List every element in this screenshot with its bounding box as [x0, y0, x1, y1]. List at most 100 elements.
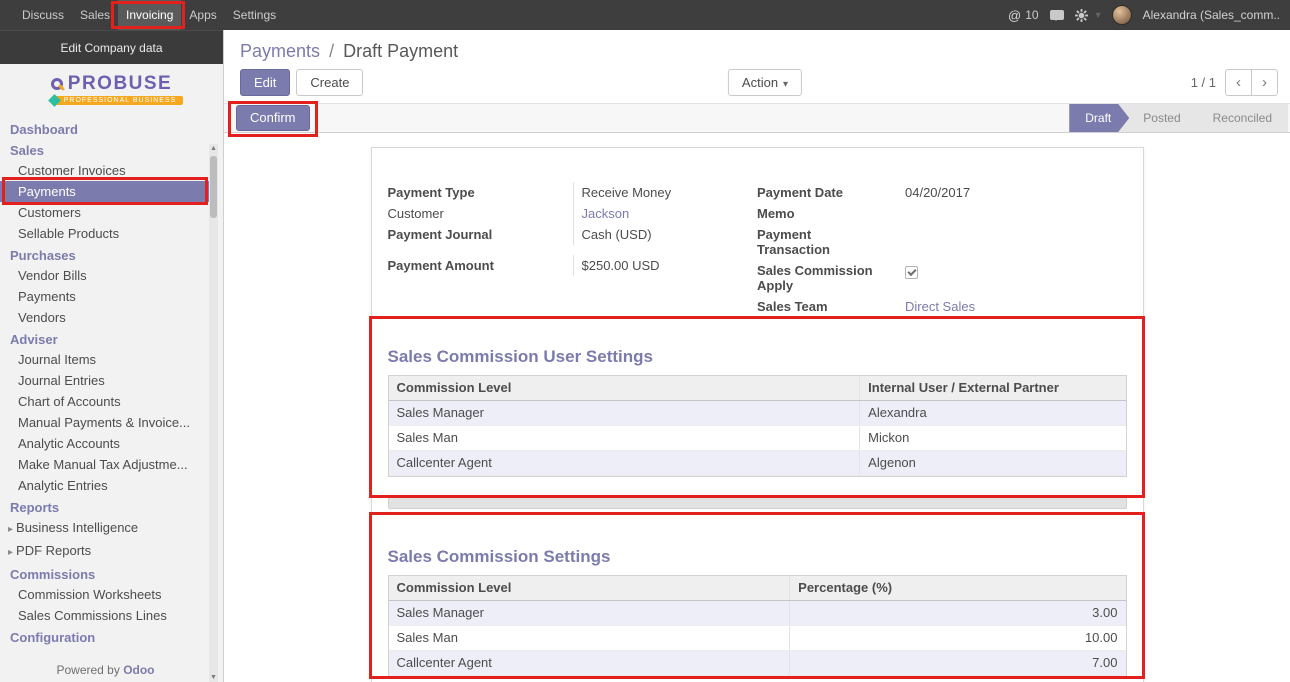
field-value: 04/20/2017: [897, 182, 1127, 203]
nav-item-make-manual-tax-adjustments[interactable]: Make Manual Tax Adjustme...: [0, 454, 211, 475]
field-label: Payment Amount: [388, 255, 573, 276]
column-commission-level[interactable]: Commission Level: [389, 576, 791, 600]
activity-count: 10: [1025, 8, 1038, 22]
nav-item-analytic-entries[interactable]: Analytic Entries: [0, 475, 211, 496]
status-reconciled[interactable]: Reconciled: [1187, 104, 1288, 132]
nav-item-chart-of-accounts[interactable]: Chart of Accounts: [0, 391, 211, 412]
nav-item-vendors[interactable]: Vendors: [0, 307, 211, 328]
edit-button[interactable]: Edit: [240, 69, 290, 96]
field-value: Cash (USD): [573, 224, 758, 245]
customer-link[interactable]: Jackson: [582, 206, 630, 221]
field-label: Customer: [388, 203, 573, 224]
nav-item-sellable-products[interactable]: Sellable Products: [0, 223, 211, 244]
field-payment-date: Payment Date 04/20/2017: [757, 182, 1127, 203]
menu-apps[interactable]: Apps: [181, 0, 224, 30]
menu-settings[interactable]: Settings: [225, 0, 284, 30]
field-value: Receive Money: [573, 182, 758, 203]
nav-item-journal-entries[interactable]: Journal Entries: [0, 370, 211, 391]
pager-next-button[interactable]: ›: [1251, 69, 1278, 96]
nav-item-customers[interactable]: Customers: [0, 202, 211, 223]
breadcrumb-payments[interactable]: Payments: [240, 41, 320, 61]
caret-down-icon: ▾: [783, 79, 788, 90]
confirm-button[interactable]: Confirm: [236, 105, 310, 131]
app-sidebar: Edit Company data PROBUSE PROFESSIONAL B…: [0, 30, 224, 682]
form-statusbar: Confirm Draft Posted Reconciled: [224, 103, 1290, 133]
nav-item-business-intelligence[interactable]: ▸Business Intelligence: [0, 517, 211, 540]
nav-item-customer-invoices[interactable]: Customer Invoices: [0, 160, 211, 181]
cell-level: Callcenter Agent: [389, 651, 791, 675]
nav-item-payments[interactable]: Payments: [0, 181, 211, 202]
top-menus: Discuss Sales Invoicing Apps Settings: [14, 0, 284, 30]
odoo-link[interactable]: Odoo: [123, 663, 154, 677]
user-settings-title: Sales Commission User Settings: [388, 347, 1127, 367]
sales-commission-apply-checkbox[interactable]: [905, 266, 918, 279]
nav-section-reports[interactable]: Reports: [0, 496, 211, 517]
column-percentage[interactable]: Percentage (%): [790, 576, 1125, 600]
scroll-up-icon[interactable]: ▲: [209, 145, 218, 152]
action-label: Action: [742, 75, 778, 90]
table-header-row: Commission Level Percentage (%): [389, 576, 1126, 601]
column-internal-user[interactable]: Internal User / External Partner: [860, 376, 1125, 400]
action-dropdown-button[interactable]: Action ▾: [728, 69, 802, 96]
user-menu[interactable]: Alexandra (Sales_comm..: [1143, 8, 1280, 22]
field-payment-transaction: Payment Transaction: [757, 224, 1127, 260]
field-sales-team: Sales Team Direct Sales: [757, 296, 1127, 317]
field-label: Payment Journal: [388, 224, 573, 245]
pager-previous-button[interactable]: ‹: [1225, 69, 1252, 96]
field-label: Sales Commission Apply: [757, 260, 897, 296]
menu-invoicing[interactable]: Invoicing: [118, 0, 181, 30]
nav-item-vendor-bills[interactable]: Vendor Bills: [0, 265, 211, 286]
expand-right-icon: ▸: [8, 524, 13, 535]
magnifier-icon: [51, 78, 63, 90]
cell-percentage: 7.00: [790, 651, 1125, 675]
create-button[interactable]: Create: [296, 69, 363, 96]
expand-right-icon: ▸: [8, 547, 13, 558]
powered-by: Powered by Odoo: [0, 660, 211, 680]
control-panel-buttons: Edit Create Action▾ 1 / 1 ‹ ›: [240, 69, 1290, 96]
cell-level: Callcenter Agent: [389, 451, 861, 475]
nav-item-commission-worksheets[interactable]: Commission Worksheets: [0, 584, 211, 605]
table-row[interactable]: Sales Manager 3.00: [389, 601, 1126, 626]
scroll-down-icon[interactable]: ▼: [209, 674, 218, 681]
nav-item-analytic-accounts[interactable]: Analytic Accounts: [0, 433, 211, 454]
messages-icon[interactable]: [1050, 10, 1064, 20]
sidebar-nav: Dashboard Sales Customer Invoices Paymen…: [0, 114, 211, 647]
menu-sales[interactable]: Sales: [72, 0, 118, 30]
table-row[interactable]: Callcenter Agent Algenon: [389, 451, 1126, 476]
table-row[interactable]: Sales Manager Alexandra: [389, 401, 1126, 426]
table-row[interactable]: Sales Man 10.00: [389, 626, 1126, 651]
sales-team-link[interactable]: Direct Sales: [905, 299, 975, 314]
nav-item-journal-items[interactable]: Journal Items: [0, 349, 211, 370]
sidebar-scrollbar[interactable]: ▲ ▼: [209, 144, 218, 682]
field-sales-commission-apply: Sales Commission Apply: [757, 260, 1127, 296]
status-pipeline: Draft Posted Reconciled: [1069, 104, 1288, 132]
activity-counter[interactable]: @ 10: [1008, 8, 1039, 23]
company-logo[interactable]: PROBUSE PROFESSIONAL BUSINESS: [0, 64, 223, 114]
column-commission-level[interactable]: Commission Level: [389, 376, 861, 400]
at-icon: @: [1008, 8, 1021, 23]
nav-item-sales-commissions-lines[interactable]: Sales Commissions Lines: [0, 605, 211, 626]
table-row[interactable]: Sales Man Mickon: [389, 426, 1126, 451]
nav-section-dashboard[interactable]: Dashboard: [0, 118, 211, 139]
form-sheet: Payment Type Receive Money Customer Jack…: [371, 147, 1144, 682]
table-horizontal-scrollbar[interactable]: [388, 497, 1127, 509]
nav-section-sales[interactable]: Sales: [0, 139, 211, 160]
user-settings-table: Commission Level Internal User / Externa…: [388, 375, 1127, 477]
logo-tagline: PROFESSIONAL BUSINESS: [55, 96, 184, 105]
nav-section-configuration[interactable]: Configuration: [0, 626, 211, 647]
nav-item-payments-purchase[interactable]: Payments: [0, 286, 211, 307]
nav-item-pdf-reports[interactable]: ▸PDF Reports: [0, 540, 211, 563]
nav-section-commissions[interactable]: Commissions: [0, 563, 211, 584]
nav-item-manual-payments-invoice[interactable]: Manual Payments & Invoice...: [0, 412, 211, 433]
scrollbar-thumb[interactable]: [210, 156, 217, 218]
table-row[interactable]: Callcenter Agent 7.00: [389, 651, 1126, 676]
field-payment-amount: Payment Amount $250.00 USD: [388, 255, 758, 276]
status-draft[interactable]: Draft: [1069, 104, 1129, 132]
nav-section-adviser[interactable]: Adviser: [0, 328, 211, 349]
menu-discuss[interactable]: Discuss: [14, 0, 72, 30]
debug-menu[interactable]: ▾: [1075, 9, 1101, 22]
status-posted[interactable]: Posted: [1117, 104, 1198, 132]
nav-section-purchases[interactable]: Purchases: [0, 244, 211, 265]
gear-icon: [1075, 9, 1088, 22]
edit-company-button[interactable]: Edit Company data: [0, 30, 223, 64]
